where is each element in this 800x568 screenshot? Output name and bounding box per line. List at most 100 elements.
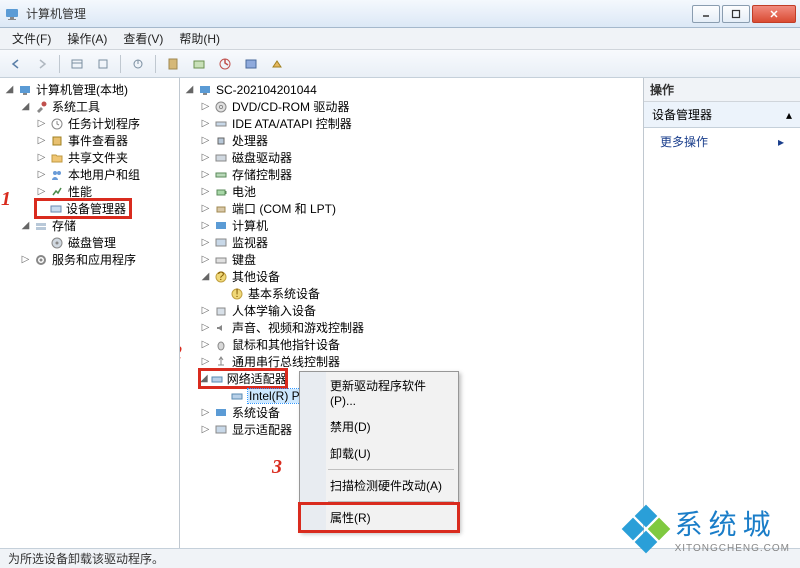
disk-icon — [49, 235, 65, 251]
actions-header: 操作 — [644, 78, 800, 102]
tb-icon-7[interactable] — [239, 53, 263, 75]
tree-disk-mgmt[interactable]: ▷磁盘管理 — [36, 234, 177, 251]
close-button[interactable] — [752, 5, 796, 23]
expand-icon[interactable]: ▷ — [36, 169, 47, 180]
ctx-scan[interactable]: 扫描检测硬件改动(A) — [300, 472, 458, 499]
dev-mouse[interactable]: ▷鼠标和其他指针设备 — [200, 336, 641, 353]
disk-icon — [213, 150, 229, 166]
titlebar: 计算机管理 — [0, 0, 800, 28]
tree-task-scheduler[interactable]: ▷任务计划程序 — [36, 115, 177, 132]
annotation-2: 2 — [180, 342, 182, 365]
chevron-up-icon: ▴ — [786, 108, 792, 122]
ctx-disable[interactable]: 禁用(D) — [300, 413, 458, 440]
dev-disk[interactable]: ▷磁盘驱动器 — [200, 149, 641, 166]
dev-dvd[interactable]: ▷DVD/CD-ROM 驱动器 — [200, 98, 641, 115]
ctx-update-driver[interactable]: 更新驱动程序软件(P)... — [300, 372, 458, 413]
collapse-icon[interactable]: ◢ — [200, 373, 208, 384]
tree-device-manager[interactable]: ▷设备管理器 — [36, 200, 130, 217]
cpu-icon — [213, 133, 229, 149]
tb-icon-1[interactable] — [65, 53, 89, 75]
separator — [155, 55, 156, 73]
dev-other[interactable]: ◢?其他设备 — [200, 268, 641, 285]
tree-storage[interactable]: ◢ 存储 — [20, 217, 177, 234]
tree-local-users[interactable]: ▷本地用户和组 — [36, 166, 177, 183]
expand-icon[interactable]: ▷ — [36, 186, 47, 197]
app-icon — [4, 6, 20, 22]
separator — [59, 55, 60, 73]
annotation-3: 3 — [272, 456, 282, 479]
menu-help[interactable]: 帮助(H) — [173, 28, 226, 49]
dev-computers[interactable]: ▷计算机 — [200, 217, 641, 234]
tb-icon-3[interactable] — [126, 53, 150, 75]
services-icon — [33, 252, 49, 268]
forward-button[interactable] — [30, 53, 54, 75]
event-icon — [49, 133, 65, 149]
dev-ports[interactable]: ▷端口 (COM 和 LPT) — [200, 200, 641, 217]
tb-icon-4[interactable] — [161, 53, 185, 75]
menu-file[interactable]: 文件(F) — [6, 28, 57, 49]
collapse-icon[interactable]: ◢ — [20, 220, 31, 231]
ctx-uninstall[interactable]: 卸载(U) — [300, 440, 458, 467]
tree-shared-folders[interactable]: ▷共享文件夹 — [36, 149, 177, 166]
sound-icon — [213, 320, 229, 336]
computer-icon — [213, 218, 229, 234]
tree-systools[interactable]: ◢ 系统工具 — [20, 98, 177, 115]
dev-ide[interactable]: ▷IDE ATA/ATAPI 控制器 — [200, 115, 641, 132]
statusbar: 为所选设备卸载该驱动程序。 — [0, 548, 800, 568]
dev-root[interactable]: ◢SC-202104201044 — [184, 81, 641, 98]
monitor-icon — [213, 235, 229, 251]
tree-event-viewer[interactable]: ▷事件查看器 — [36, 132, 177, 149]
main-area: 1 ◢ 计算机管理(本地) ◢ 系统工具 ▷任 — [0, 78, 800, 548]
ctx-properties[interactable]: 属性(R) — [300, 504, 458, 531]
tb-icon-2[interactable] — [91, 53, 115, 75]
toolbar — [0, 50, 800, 78]
tb-icon-8[interactable] — [265, 53, 289, 75]
port-icon — [213, 201, 229, 217]
collapse-icon[interactable]: ◢ — [20, 101, 31, 112]
expand-icon[interactable]: ▷ — [36, 118, 47, 129]
tb-icon-6[interactable] — [213, 53, 237, 75]
tree-performance[interactable]: ▷性能 — [36, 183, 177, 200]
dev-cpu[interactable]: ▷处理器 — [200, 132, 641, 149]
maximize-button[interactable] — [722, 5, 750, 23]
svg-text:!: ! — [235, 287, 238, 300]
battery-icon — [213, 184, 229, 200]
dev-keyboard[interactable]: ▷键盘 — [200, 251, 641, 268]
tree-services-apps[interactable]: ▷服务和应用程序 — [20, 251, 177, 268]
minimize-button[interactable] — [692, 5, 720, 23]
left-pane: 1 ◢ 计算机管理(本地) ◢ 系统工具 ▷任 — [0, 78, 180, 548]
actions-section[interactable]: 设备管理器 ▴ — [644, 102, 800, 128]
collapse-icon[interactable]: ◢ — [4, 84, 15, 95]
menu-action[interactable]: 操作(A) — [61, 28, 113, 49]
storage-ctrl-icon — [213, 167, 229, 183]
dev-base-sys[interactable]: ▷!基本系统设备 — [216, 285, 641, 302]
ide-icon — [213, 116, 229, 132]
dev-sound[interactable]: ▷声音、视频和游戏控制器 — [200, 319, 641, 336]
dev-network-adapters[interactable]: ◢网络适配器 — [200, 370, 286, 387]
hid-icon — [213, 303, 229, 319]
dev-hid[interactable]: ▷人体学输入设备 — [200, 302, 641, 319]
collapse-icon[interactable]: ◢ — [200, 271, 211, 282]
dev-storage-ctrl[interactable]: ▷存储控制器 — [200, 166, 641, 183]
menu-view[interactable]: 查看(V) — [117, 28, 169, 49]
expand-icon[interactable]: ▷ — [20, 254, 31, 265]
sys-icon — [213, 405, 229, 421]
dev-usb[interactable]: ▷通用串行总线控制器 — [200, 353, 641, 370]
network-icon — [210, 371, 224, 387]
actions-more[interactable]: 更多操作 ▸ — [644, 128, 800, 155]
computer-icon — [197, 82, 213, 98]
separator — [328, 501, 454, 502]
dvd-icon — [213, 99, 229, 115]
expand-icon[interactable]: ▷ — [36, 135, 47, 146]
back-button[interactable] — [4, 53, 28, 75]
collapse-icon[interactable]: ◢ — [184, 84, 195, 95]
expand-icon[interactable]: ▷ — [36, 152, 47, 163]
dev-monitor[interactable]: ▷监视器 — [200, 234, 641, 251]
tools-icon — [33, 99, 49, 115]
tb-icon-5[interactable] — [187, 53, 211, 75]
clock-icon — [49, 116, 65, 132]
dev-battery[interactable]: ▷电池 — [200, 183, 641, 200]
menubar: 文件(F) 操作(A) 查看(V) 帮助(H) — [0, 28, 800, 50]
tree-root[interactable]: ◢ 计算机管理(本地) — [4, 81, 177, 98]
chevron-right-icon: ▸ — [778, 135, 784, 149]
